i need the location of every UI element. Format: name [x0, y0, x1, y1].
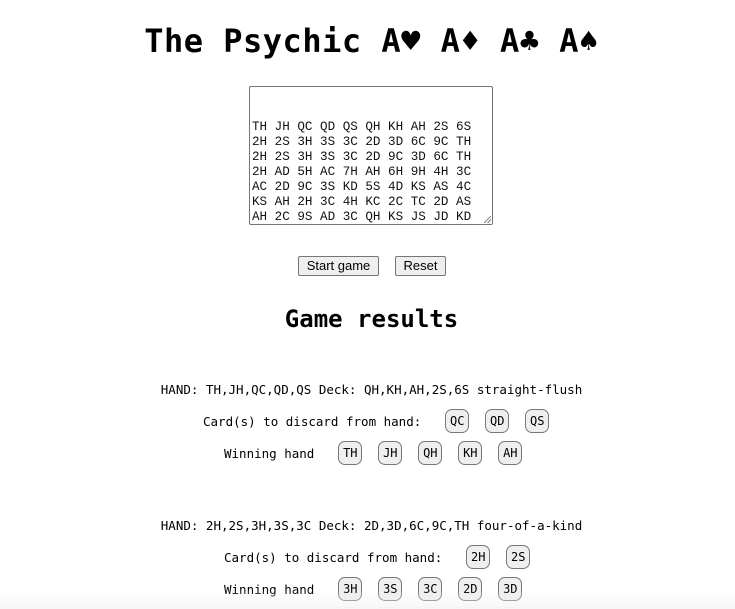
- result-summary: HAND: TH,JH,QC,QD,QS Deck: QH,KH,AH,2S,6…: [160, 382, 583, 397]
- bottom-fade: [0, 589, 735, 609]
- winning-hand-label: Winning hand: [224, 445, 315, 461]
- discard-card: QD: [485, 409, 510, 433]
- result-summary: HAND: 2H,2S,3H,3S,3C Deck: 2D,3D,6C,9C,T…: [160, 518, 583, 533]
- discard-card: QC: [445, 409, 470, 433]
- winning-hand-row: Winning hand TH JH QH KH AH: [224, 441, 523, 465]
- discard-row: Card(s) to discard from hand: QC QD QS: [203, 409, 550, 433]
- hands-textarea-content: TH JH QC QD QS QH KH AH 2S 6S 2H 2S 3H 3S…: [252, 120, 490, 224]
- hands-textarea-line: 2H 2S 3H 3S 3C 2D 3D 6C 9C TH: [252, 135, 472, 149]
- discard-row: Card(s) to discard from hand: 2H 2S: [224, 545, 531, 569]
- winning-card: JH: [378, 441, 403, 465]
- discard-label: Card(s) to discard from hand:: [224, 549, 443, 565]
- page-title: The Psychic A♥ A♦ A♣ A♠: [144, 22, 599, 60]
- start-game-button[interactable]: Start game: [298, 256, 379, 276]
- hands-textarea-line: 2H AD 5H AC 7H AH 6H 9H 4H 3C: [252, 165, 472, 179]
- discard-card: 2H: [466, 545, 491, 569]
- winning-card: AH: [498, 441, 523, 465]
- discard-card: 2S: [506, 545, 531, 569]
- hands-textarea-line: KS AH 2H 3C 4H KC 2C TC 2D AS: [252, 195, 472, 209]
- hands-textarea-line: TH JH QC QD QS QH KH AH 2S 6S: [252, 120, 472, 134]
- results-heading: Game results: [284, 305, 459, 333]
- discard-card: QS: [525, 409, 550, 433]
- hands-textarea[interactable]: TH JH QC QD QS QH KH AH 2S 6S 2H 2S 3H 3S…: [249, 86, 493, 225]
- winning-card: KH: [458, 441, 483, 465]
- hands-textarea-line: AC 2D 9C 3S KD 5S 4D KS AS 4C: [252, 180, 472, 194]
- resize-handle-icon[interactable]: [484, 216, 491, 223]
- winning-card: QH: [418, 441, 443, 465]
- discard-label: Card(s) to discard from hand:: [203, 413, 422, 429]
- winning-card: TH: [338, 441, 363, 465]
- hands-textarea-line: AH 2C 9S AD 3C QH KS JS JD KD: [252, 210, 472, 224]
- hands-textarea-line: 2H 2S 3H 3S 3C 2D 9C 3D 6C TH: [252, 150, 472, 164]
- reset-button[interactable]: Reset: [395, 256, 446, 276]
